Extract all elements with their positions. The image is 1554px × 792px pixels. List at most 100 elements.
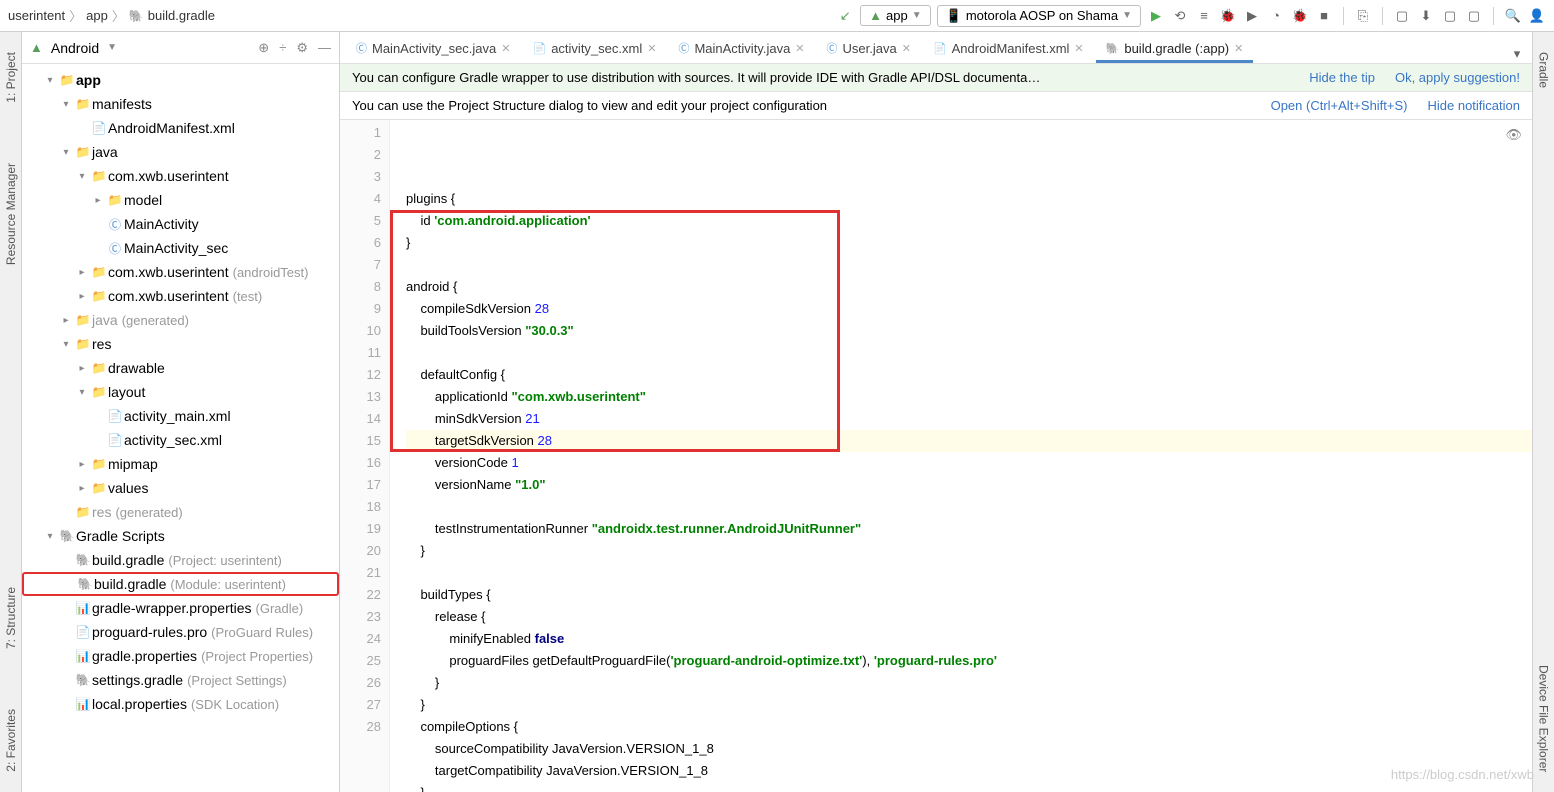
- hint-apply-suggestion[interactable]: Ok, apply suggestion!: [1395, 70, 1520, 85]
- tree-item[interactable]: 🐘settings.gradle(Project Settings): [22, 668, 339, 692]
- device-combo[interactable]: 📱 motorola AOSP on Shama ▼: [937, 5, 1141, 27]
- resource-mgr-icon[interactable]: ▢: [1465, 7, 1483, 25]
- tree-item[interactable]: 📄activity_main.xml: [22, 404, 339, 428]
- close-icon[interactable]: ✕: [1074, 42, 1083, 55]
- collapse-icon[interactable]: —: [318, 40, 331, 56]
- attach-debug-icon[interactable]: 🐞: [1291, 7, 1309, 25]
- editor-body[interactable]: 1234567891011121314151617181920212223242…: [340, 120, 1532, 792]
- tree-item[interactable]: 🐘build.gradle(Project: userintent): [22, 548, 339, 572]
- inspect-icon[interactable]: 👁: [1505, 124, 1522, 146]
- tree-twisty-icon[interactable]: ▸: [74, 267, 90, 278]
- tree-item[interactable]: ▾🐘Gradle Scripts: [22, 524, 339, 548]
- rail-favorites[interactable]: 2: Favorites: [4, 709, 18, 772]
- project-tree[interactable]: ▾📁app▾📁manifests📄AndroidManifest.xml▾📁ja…: [22, 64, 339, 792]
- layout-inspector-icon[interactable]: ▢: [1441, 7, 1459, 25]
- tree-item[interactable]: ▾📁java: [22, 140, 339, 164]
- editor-tab[interactable]: 🐘build.gradle (:app)✕: [1096, 37, 1254, 63]
- gear-icon[interactable]: ⚙: [296, 40, 308, 56]
- hint-hide-notification[interactable]: Hide notification: [1428, 98, 1521, 113]
- tree-twisty-icon[interactable]: ▾: [58, 147, 74, 158]
- tree-twisty-icon[interactable]: ▸: [58, 315, 74, 326]
- tree-item[interactable]: 📄activity_sec.xml: [22, 428, 339, 452]
- rail-gradle[interactable]: Gradle: [1537, 52, 1551, 88]
- tree-item[interactable]: ▸📁drawable: [22, 356, 339, 380]
- tree-item[interactable]: ▾📁app: [22, 68, 339, 92]
- tree-item[interactable]: 📁res(generated): [22, 500, 339, 524]
- tree-item[interactable]: ⒸMainActivity_sec: [22, 236, 339, 260]
- crumb-file[interactable]: build.gradle: [148, 8, 215, 23]
- tree-item[interactable]: ▾📁manifests: [22, 92, 339, 116]
- git-icon[interactable]: ⎘: [1354, 7, 1372, 25]
- sdk-icon[interactable]: ⬇: [1417, 7, 1435, 25]
- editor-tab[interactable]: ⒸUser.java✕: [817, 36, 921, 63]
- stop-icon[interactable]: ■: [1315, 7, 1333, 25]
- close-icon[interactable]: ✕: [795, 42, 804, 55]
- tree-item[interactable]: ▸📁mipmap: [22, 452, 339, 476]
- tree-twisty-icon[interactable]: ▾: [42, 531, 58, 542]
- tree-twisty-icon[interactable]: ▾: [74, 171, 90, 182]
- close-icon[interactable]: ✕: [902, 42, 911, 55]
- tree-twisty-icon[interactable]: ▸: [74, 459, 90, 470]
- tree-item[interactable]: ▸📁values: [22, 476, 339, 500]
- tree-item[interactable]: 📊gradle.properties(Project Properties): [22, 644, 339, 668]
- run-config-combo[interactable]: ▲ app ▼: [860, 5, 930, 26]
- tab-chevron-icon[interactable]: ▾: [1508, 45, 1526, 63]
- apply-code-icon[interactable]: ≡: [1195, 7, 1213, 25]
- tree-item[interactable]: ▾📁res: [22, 332, 339, 356]
- hint-open-structure[interactable]: Open (Ctrl+Alt+Shift+S): [1271, 98, 1408, 113]
- coverage-icon[interactable]: ▶: [1243, 7, 1261, 25]
- rail-device-explorer[interactable]: Device File Explorer: [1537, 665, 1551, 772]
- user-icon[interactable]: 👤: [1528, 7, 1546, 25]
- tree-item[interactable]: 📄AndroidManifest.xml: [22, 116, 339, 140]
- sync-icon[interactable]: ↙: [836, 7, 854, 25]
- crumb-project[interactable]: userintent: [8, 8, 65, 23]
- tree-item[interactable]: 🐘build.gradle(Module: userintent): [22, 572, 339, 596]
- rail-structure[interactable]: 7: Structure: [4, 587, 18, 649]
- tree-label: activity_main.xml: [124, 408, 231, 424]
- rail-project[interactable]: 1: Project: [4, 52, 18, 103]
- tree-twisty-icon[interactable]: ▸: [90, 195, 106, 206]
- editor-tab[interactable]: 📄activity_sec.xml✕: [523, 37, 667, 63]
- tree-item[interactable]: 📄proguard-rules.pro(ProGuard Rules): [22, 620, 339, 644]
- rail-resmgr[interactable]: Resource Manager: [4, 163, 18, 265]
- tree-twisty-icon[interactable]: ▾: [74, 387, 90, 398]
- breadcrumb[interactable]: userintent 〉 app 〉 🐘 build.gradle: [8, 6, 215, 25]
- tree-twisty-icon[interactable]: ▸: [74, 363, 90, 374]
- tree-item[interactable]: ▸📁com.xwb.userintent(androidTest): [22, 260, 339, 284]
- tree-item[interactable]: 📊gradle-wrapper.properties(Gradle): [22, 596, 339, 620]
- project-view-title[interactable]: Android: [51, 40, 99, 56]
- target-icon[interactable]: ⊕: [258, 40, 269, 56]
- tree-item[interactable]: ▸📁java(generated): [22, 308, 339, 332]
- tree-item[interactable]: ▸📁model: [22, 188, 339, 212]
- tree-item[interactable]: ▾📁layout: [22, 380, 339, 404]
- tree-item[interactable]: 📊local.properties(SDK Location): [22, 692, 339, 716]
- close-icon[interactable]: ✕: [1234, 42, 1243, 55]
- editor-tab[interactable]: ⒸMainActivity_sec.java✕: [346, 36, 521, 63]
- tree-label: java: [92, 144, 118, 160]
- apply-changes-icon[interactable]: ⟲: [1171, 7, 1189, 25]
- code-area[interactable]: 👁 plugins { id 'com.android.application'…: [390, 120, 1532, 792]
- hint-hide-tip[interactable]: Hide the tip: [1309, 70, 1375, 85]
- run-icon[interactable]: ▶: [1147, 7, 1165, 25]
- tree-item[interactable]: ▸📁com.xwb.userintent(test): [22, 284, 339, 308]
- tree-twisty-icon[interactable]: ▸: [74, 291, 90, 302]
- debug-icon[interactable]: 🐞: [1219, 7, 1237, 25]
- tree-twisty-icon[interactable]: ▾: [58, 339, 74, 350]
- line-gutter[interactable]: 1234567891011121314151617181920212223242…: [340, 120, 390, 792]
- editor-tab[interactable]: ⒸMainActivity.java✕: [668, 36, 814, 63]
- tree-item[interactable]: ⒸMainActivity: [22, 212, 339, 236]
- chevron-down-icon[interactable]: ▼: [107, 42, 117, 53]
- search-icon[interactable]: 🔍: [1504, 7, 1522, 25]
- close-icon[interactable]: ✕: [647, 42, 656, 55]
- profiler-icon[interactable]: ◔: [1267, 7, 1285, 25]
- tree-item[interactable]: ▾📁com.xwb.userintent: [22, 164, 339, 188]
- tree-twisty-icon[interactable]: ▸: [74, 483, 90, 494]
- avd-icon[interactable]: ▢: [1393, 7, 1411, 25]
- close-icon[interactable]: ✕: [501, 42, 510, 55]
- editor-tab[interactable]: 📄AndroidManifest.xml✕: [923, 37, 1094, 63]
- tab-label: AndroidManifest.xml: [952, 41, 1070, 56]
- divide-icon[interactable]: ÷: [279, 40, 286, 56]
- tree-twisty-icon[interactable]: ▾: [58, 99, 74, 110]
- crumb-module[interactable]: app: [86, 8, 108, 23]
- tree-twisty-icon[interactable]: ▾: [42, 75, 58, 86]
